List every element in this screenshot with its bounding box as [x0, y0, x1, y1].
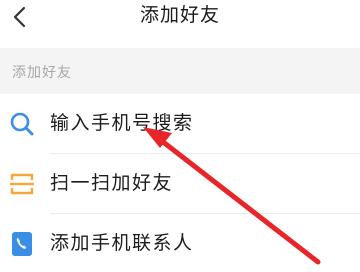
top-bar: 添加好友	[0, 0, 360, 48]
search-by-phone-row[interactable]: 输入手机号搜索	[0, 94, 360, 152]
page-title: 添加好友	[139, 4, 220, 26]
add-phone-contacts-label: 添加手机联系人	[50, 232, 194, 254]
scan-icon	[8, 170, 36, 198]
phone-contact-icon	[8, 230, 36, 258]
scan-add-label: 扫一扫加好友	[50, 172, 174, 194]
scan-add-row[interactable]: 扫一扫加好友	[0, 154, 360, 212]
search-icon	[8, 110, 36, 138]
search-by-phone-label: 输入手机号搜索	[50, 112, 194, 134]
add-phone-contacts-row[interactable]: 添加手机联系人	[0, 214, 360, 272]
section-label: 添加好友	[12, 65, 72, 81]
